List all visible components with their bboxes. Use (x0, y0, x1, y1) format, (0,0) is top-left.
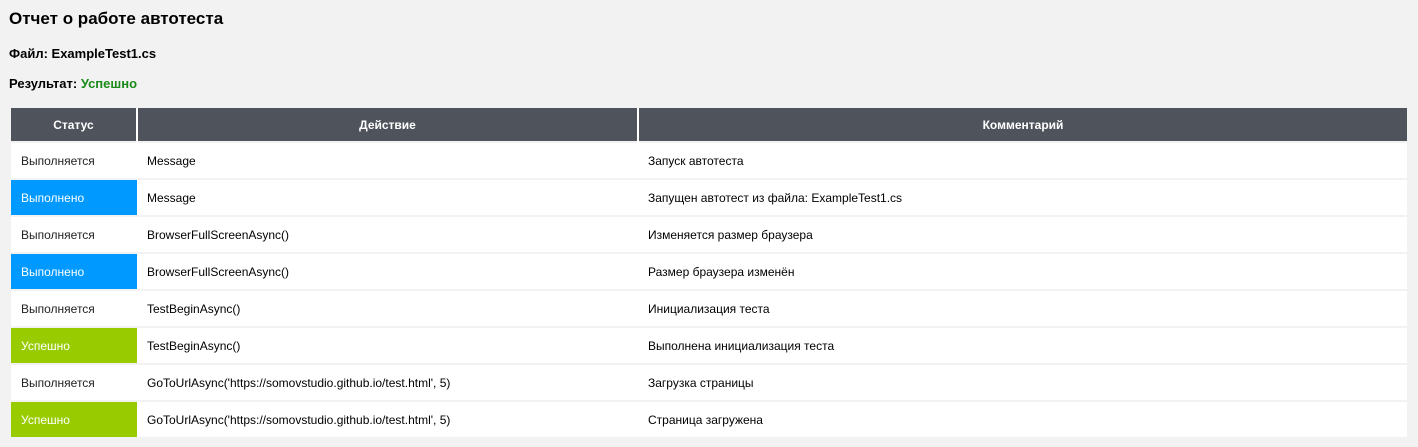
table-row: Выполняется Message Запуск автотеста (11, 141, 1407, 179)
result-line: Результат: Успешно (9, 75, 137, 93)
comment-cell: Размер браузера изменён (638, 252, 1407, 290)
table-row: Выполняется TestBeginAsync() Инициализация… (11, 289, 1407, 327)
status-cell: Выполняется (11, 215, 137, 253)
header-status: Статус (11, 108, 137, 142)
action-cell: Message (137, 178, 638, 216)
file-value: ExampleTest1.cs (51, 46, 157, 61)
status-cell: Выполняется (11, 289, 137, 327)
table-row: Выполняется BrowserFullScreenAsync() Измен… (11, 215, 1407, 253)
table-row: Выполняется GoToUrlAsync('https://somovst… (11, 363, 1407, 401)
table-header: Статус Действие Комментарий (11, 108, 1407, 142)
table-row: Успешно GoToUrlAsync('https://somovstudio… (11, 400, 1407, 437)
table-row: Выполнено BrowserFullScreenAsync() Размер … (11, 252, 1407, 290)
file-line: Файл: ExampleTest1.cs (9, 45, 156, 63)
file-label: Файл: (9, 46, 48, 61)
header-comment: Комментарий (637, 108, 1407, 142)
comment-cell: Запущен автотест из файла: ExampleTest1.… (638, 178, 1407, 216)
table-row: Выполнено Message Запущен автотест из файл… (11, 178, 1407, 216)
status-cell: Успешно (11, 326, 137, 364)
table-body: Выполняется Message Запуск автотеста Выполн… (11, 141, 1407, 437)
comment-cell: Запуск автотеста (638, 141, 1407, 179)
header-action: Действие (136, 108, 638, 142)
table-row: Успешно TestBeginAsync() Выполнена инициал… (11, 326, 1407, 364)
status-cell: Выполняется (11, 363, 137, 401)
action-cell: GoToUrlAsync('https://somovstudio.github… (137, 363, 638, 401)
report-page: Отчет о работе автотеста Файл: ExampleTe… (0, 0, 1418, 447)
steps-table: Статус Действие Комментарий Выполняется M… (11, 108, 1407, 437)
result-value: Успешно (80, 76, 138, 91)
comment-cell: Выполнена инициализация теста (638, 326, 1407, 364)
status-cell: Успешно (11, 400, 137, 437)
status-cell: Выполняется (11, 141, 137, 179)
page-title: Отчет о работе автотеста (9, 9, 224, 28)
action-cell: TestBeginAsync() (137, 289, 638, 327)
action-cell: Message (137, 141, 638, 179)
action-cell: TestBeginAsync() (137, 326, 638, 364)
comment-cell: Изменяется размер браузера (638, 215, 1407, 253)
status-cell: Выполнено (11, 252, 137, 290)
comment-cell: Инициализация теста (638, 289, 1407, 327)
status-cell: Выполнено (11, 178, 137, 216)
result-label: Результат: (9, 76, 78, 91)
action-cell: BrowserFullScreenAsync() (137, 215, 638, 253)
comment-cell: Загрузка страницы (638, 363, 1407, 401)
comment-cell: Страница загружена (638, 400, 1407, 437)
action-cell: BrowserFullScreenAsync() (137, 252, 638, 290)
action-cell: GoToUrlAsync('https://somovstudio.github… (137, 400, 638, 437)
header-row: Статус Действие Комментарий (11, 108, 1407, 142)
